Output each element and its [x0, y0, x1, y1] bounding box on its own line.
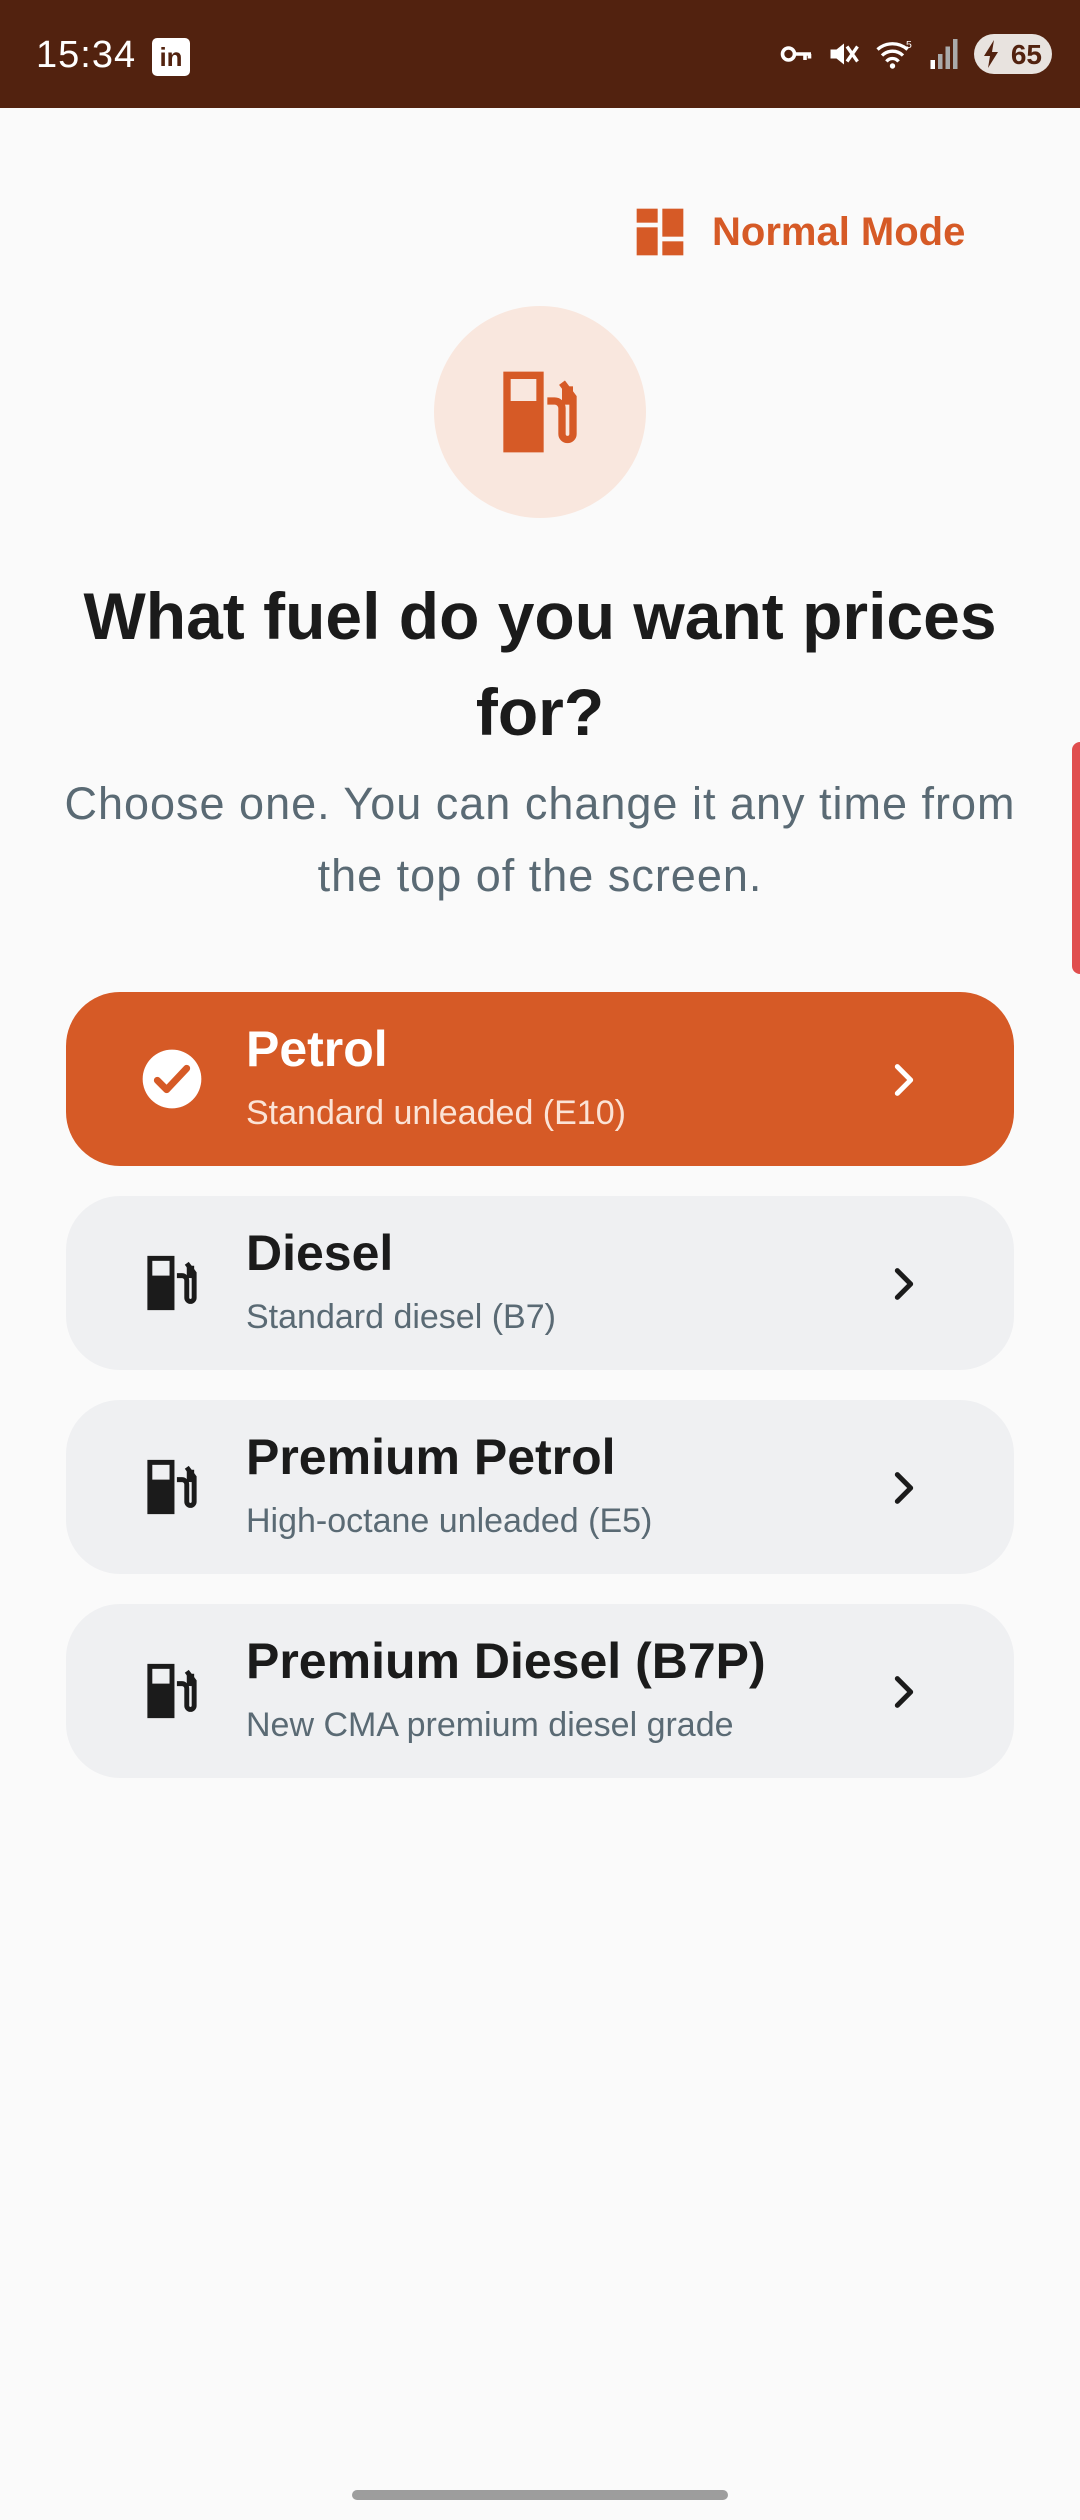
- home-indicator[interactable]: [352, 2490, 728, 2500]
- mode-label: Normal Mode: [712, 209, 966, 254]
- linkedin-icon: in: [152, 38, 190, 76]
- battery-level: 65: [1010, 39, 1042, 70]
- fuel-pump-icon: [503, 371, 577, 453]
- wifi-icon: 5: [876, 39, 912, 69]
- option-description: High-octane unleaded (E5): [246, 1502, 653, 1540]
- option-description: New CMA premium diesel grade: [246, 1706, 734, 1744]
- svg-text:5: 5: [906, 39, 912, 51]
- key-icon: [780, 46, 812, 62]
- check-circle-icon: [142, 1049, 202, 1109]
- page-subtitle: Choose one. You can change it any time f…: [64, 778, 1016, 901]
- chevron-right-icon: [894, 1064, 914, 1096]
- status-time: 15:34: [36, 34, 137, 76]
- fuel-option-diesel[interactable]: Diesel Standard diesel (B7): [66, 1196, 1014, 1370]
- normal-mode-toggle[interactable]: Normal Mode: [632, 204, 965, 260]
- option-name: Premium Diesel (B7P): [246, 1633, 766, 1689]
- fuel-option-petrol[interactable]: Petrol Standard unleaded (E10): [66, 992, 1014, 1166]
- option-name: Petrol: [246, 1021, 388, 1077]
- option-description: Standard diesel (B7): [246, 1298, 556, 1336]
- chevron-right-icon: [894, 1676, 914, 1708]
- fuel-pump-icon: [147, 1663, 197, 1719]
- option-name: Diesel: [246, 1225, 394, 1281]
- hero-fuel-badge: [434, 306, 646, 518]
- signal-icon: [930, 39, 958, 69]
- dashboard-icon: [636, 208, 684, 256]
- edge-panel-handle[interactable]: [1072, 742, 1080, 974]
- battery-charging-icon: 65: [974, 34, 1052, 74]
- status-icons: 5 65: [778, 30, 1052, 78]
- chevron-right-icon: [894, 1268, 914, 1300]
- status-bar: 15:34 in 5 65: [0, 0, 1080, 108]
- mute-icon: [830, 43, 859, 65]
- chevron-right-icon: [894, 1472, 914, 1504]
- fuel-option-premium-diesel[interactable]: Premium Diesel (B7P) New CMA premium die…: [66, 1604, 1014, 1778]
- option-name: Premium Petrol: [246, 1429, 616, 1485]
- fuel-pump-icon: [147, 1459, 197, 1515]
- fuel-options-list: Petrol Standard unleaded (E10) Diesel St…: [66, 992, 1014, 1808]
- fuel-pump-icon: [147, 1255, 197, 1311]
- fuel-option-premium-petrol[interactable]: Premium Petrol High-octane unleaded (E5): [66, 1400, 1014, 1574]
- page-title: What fuel do you want prices for?: [83, 579, 997, 749]
- option-description: Standard unleaded (E10): [246, 1094, 626, 1132]
